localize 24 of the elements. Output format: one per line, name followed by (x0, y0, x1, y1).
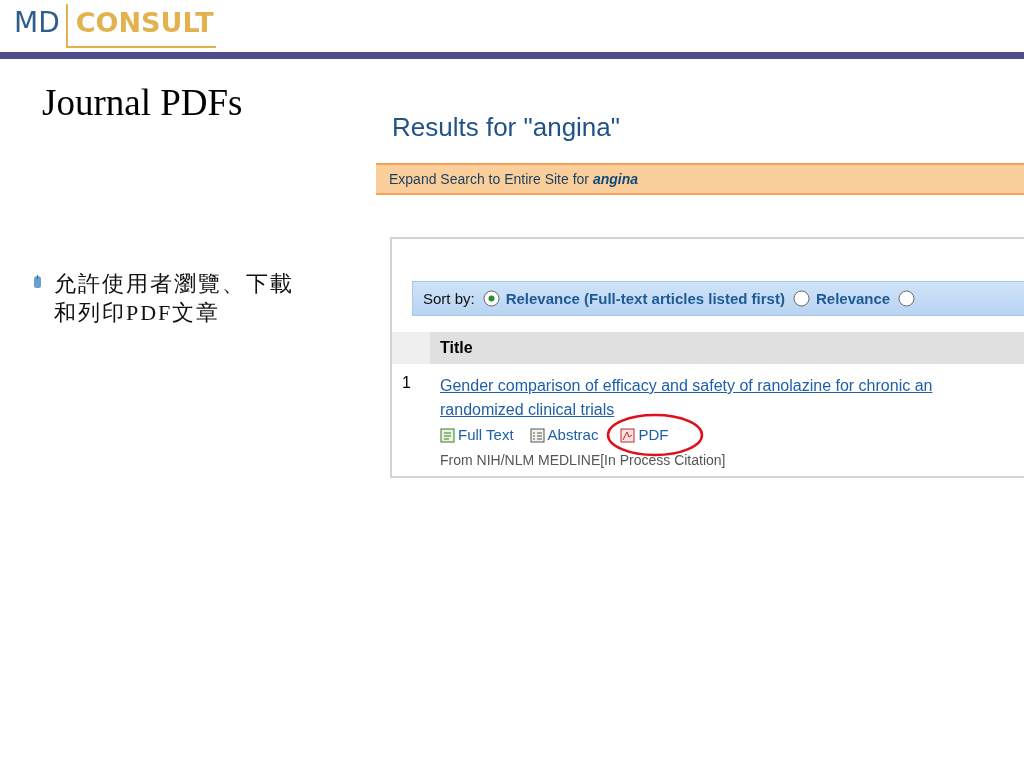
column-header: Title (430, 332, 1024, 364)
result-link[interactable]: Full Text (458, 424, 514, 446)
bullet-text: 允許使用者瀏覽、下載和列印PDF文章 (54, 270, 295, 327)
logo-text: CONSULT (65, 4, 216, 48)
source-text: From NIH/NLM MEDLINE[In Process Citation] (440, 452, 727, 468)
radio-button[interactable] (898, 290, 916, 307)
logo-text: MD (14, 5, 61, 41)
article-title-link[interactable]: randomized clinical trials (440, 398, 1024, 422)
slide-title: Journal PDFs (42, 81, 244, 125)
row-number: 1 (401, 374, 412, 393)
radio-button[interactable] (792, 290, 810, 307)
bullet-icon (33, 275, 42, 289)
sort-label: Sort by: (423, 290, 475, 307)
result-link[interactable]: Abstrac (547, 424, 599, 446)
list-icon (529, 427, 545, 443)
pdf-icon (620, 427, 636, 443)
document-icon (440, 427, 455, 443)
sort-option-label[interactable]: Relevance (815, 290, 891, 307)
results-heading: Results for "angina" (392, 111, 622, 144)
article-title-link[interactable]: Gender comparison of efficacy and safety of ranolazine for chronic an (440, 374, 1024, 398)
sort-option-label[interactable]: Relevance (Full-text articles listed first) (505, 290, 785, 307)
expand-search-bar[interactable]: Expand Search to Entire Site for angina (376, 163, 1024, 195)
radio-button[interactable] (482, 290, 500, 307)
result-link[interactable]: PDF (638, 424, 669, 446)
